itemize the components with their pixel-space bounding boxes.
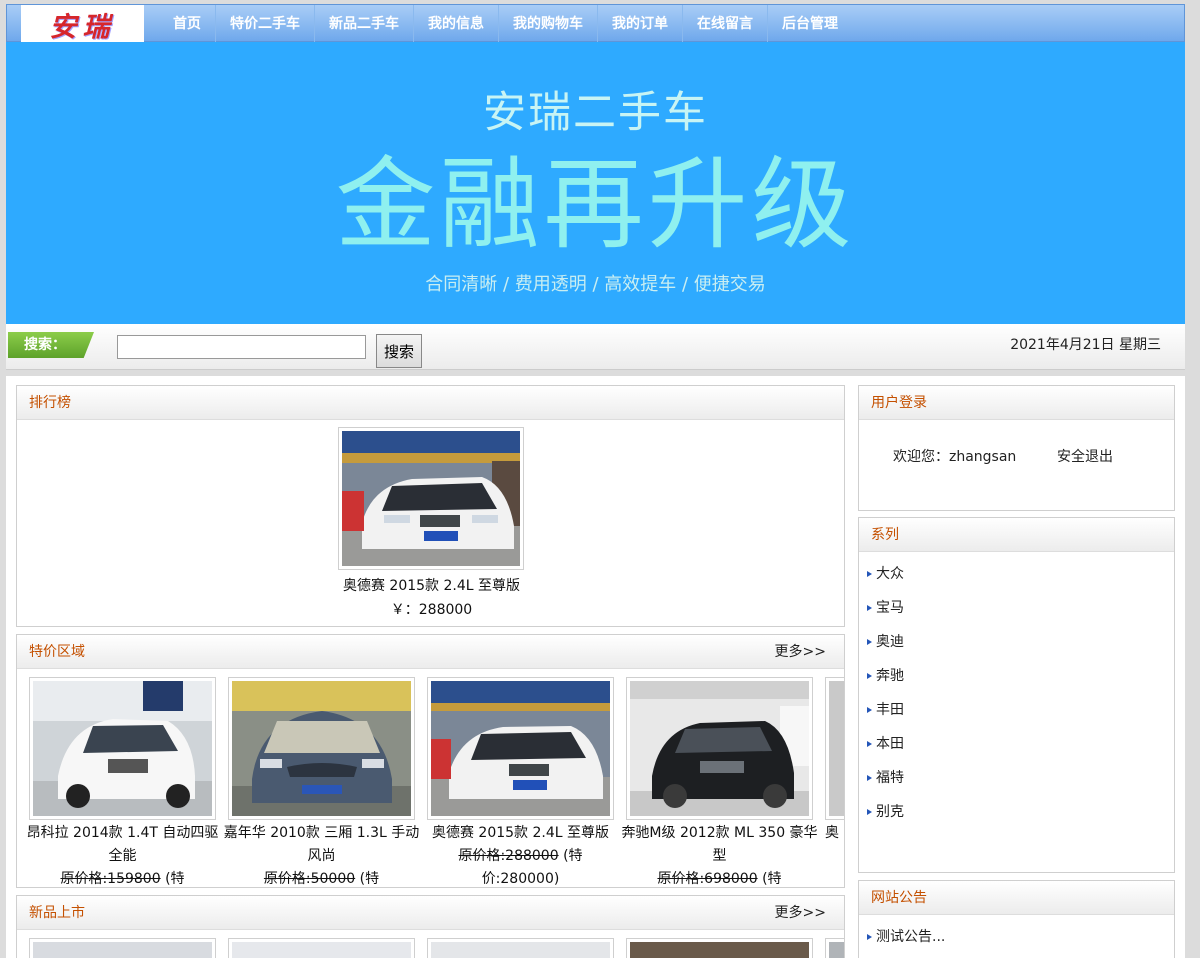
old-price: 原价格:698000 — [657, 871, 758, 887]
car-photo — [630, 942, 809, 958]
notice-panel: 网站公告 测试公告... — [858, 880, 1175, 958]
nav-home[interactable]: 首页 — [159, 5, 215, 43]
ranking-panel: 排行榜 奥德赛 2015款 2.4L 至尊版 ￥：288000 — [16, 385, 845, 627]
new-cars-title: 新品上市 — [17, 896, 844, 930]
special-car-name[interactable]: 嘉年华 2010款 三厢 1.3L 手动风尚 — [222, 822, 421, 868]
series-item-vw[interactable]: 大众 — [859, 557, 1174, 591]
banner-brand: 安瑞二手车 — [483, 88, 708, 138]
series-item-honda[interactable]: 本田 — [859, 727, 1174, 761]
notice-list: 测试公告... — [859, 915, 1174, 954]
banner-headline: 金融再升级 — [335, 146, 856, 263]
nav-new-cars[interactable]: 新品二手车 — [314, 5, 413, 43]
series-item-ford[interactable]: 福特 — [859, 761, 1174, 795]
special-panel: 特价区域 更多>> 昂科拉 2014款 1.4T 自动四驱全能 原价格:1598… — [16, 634, 845, 888]
nav-my-orders[interactable]: 我的订单 — [597, 5, 682, 43]
nav-special-cars[interactable]: 特价二手车 — [215, 5, 314, 43]
login-title: 用户登录 — [859, 386, 1174, 420]
new-cars-panel: 新品上市 更多>> — [16, 895, 845, 958]
nav-my-cart[interactable]: 我的购物车 — [498, 5, 597, 43]
special-car-price: 原价格:698000 (特 — [620, 868, 819, 887]
series-item-benz[interactable]: 奔驰 — [859, 659, 1174, 693]
hero-banner: 安瑞二手车 金融再升级 合同清晰 / 费用透明 / 高效提车 / 便捷交易 — [6, 42, 1185, 324]
main-nav: 首页 特价二手车 新品二手车 我的信息 我的购物车 我的订单 在线留言 后台管理 — [159, 5, 852, 43]
nav-messages[interactable]: 在线留言 — [682, 5, 767, 43]
special-car-image[interactable] — [228, 677, 415, 820]
search-input[interactable] — [117, 335, 366, 359]
old-price: 原价格:288000 — [458, 848, 559, 864]
top-nav-bar: 安瑞 首页 特价二手车 新品二手车 我的信息 我的购物车 我的订单 在线留言 后… — [6, 4, 1185, 43]
special-title: 特价区域 — [17, 635, 844, 669]
site-logo[interactable]: 安瑞 — [21, 5, 144, 43]
new-car-image[interactable] — [228, 938, 415, 958]
car-photo-partial — [829, 681, 844, 816]
ranking-car-name[interactable]: 奥德赛 2015款 2.4L 至尊版 — [17, 575, 846, 598]
car-photo-odyssey — [342, 431, 520, 566]
special-car-price: 原价格:50000 (特 — [222, 868, 421, 887]
special-car-name[interactable]: 昂科拉 2014款 1.4T 自动四驱全能 — [23, 822, 222, 868]
car-photo-mercedes-ml — [630, 681, 809, 816]
special-price: (特 — [160, 871, 185, 887]
new-car-image[interactable] — [29, 938, 216, 958]
special-car-price: 原价格:159800 (特 — [23, 868, 222, 887]
logout-link[interactable]: 安全退出 — [1057, 446, 1113, 466]
car-photo-encore — [33, 681, 212, 816]
search-label: 搜索： — [8, 332, 94, 358]
notice-item[interactable]: 测试公告... — [859, 920, 1174, 954]
logo-text: 安瑞 — [49, 11, 116, 43]
car-photo — [431, 942, 610, 958]
old-price: 原价格:50000 — [263, 871, 356, 887]
new-cars-more-link[interactable]: 更多>> — [775, 896, 826, 930]
ranking-title: 排行榜 — [17, 386, 844, 420]
special-price: (特 — [757, 871, 782, 887]
car-photo-fiesta — [232, 681, 411, 816]
car-photo — [232, 942, 411, 958]
old-price: 原价格:159800 — [60, 871, 161, 887]
special-car-name[interactable]: 奥德赛 2015款 2.4L 至尊版 — [421, 822, 620, 845]
new-car-image[interactable] — [825, 938, 844, 958]
ranking-car-price: ￥：288000 — [390, 602, 473, 618]
search-button[interactable]: 搜索 — [376, 334, 422, 368]
new-car-image[interactable] — [626, 938, 813, 958]
special-car-price: 原价格:288000 (特价:280000) — [421, 845, 620, 887]
series-item-toyota[interactable]: 丰田 — [859, 693, 1174, 727]
special-car-image[interactable] — [29, 677, 216, 820]
current-date: 2021年4月21日 星期三 — [1010, 337, 1161, 353]
main-content: 排行榜 奥德赛 2015款 2.4L 至尊版 ￥：288000 特价区域 更多>… — [6, 376, 1185, 958]
welcome-text: 欢迎您：zhangsan — [893, 449, 1017, 465]
special-car-image[interactable] — [626, 677, 813, 820]
banner-tagline: 合同清晰 / 费用透明 / 高效提车 / 便捷交易 — [425, 274, 766, 295]
nav-admin[interactable]: 后台管理 — [767, 5, 852, 43]
ranking-car-image[interactable] — [338, 427, 524, 570]
special-price: (特 — [355, 871, 380, 887]
series-title: 系列 — [859, 518, 1174, 552]
special-car-name[interactable]: 奥 — [825, 822, 844, 845]
new-car-image[interactable] — [427, 938, 614, 958]
special-car-image[interactable] — [825, 677, 844, 820]
series-item-buick[interactable]: 别克 — [859, 795, 1174, 829]
special-car-name[interactable]: 奔驰M级 2012款 ML 350 豪华型 — [620, 822, 819, 868]
series-list: 大众 宝马 奥迪 奔驰 丰田 本田 福特 别克 — [859, 552, 1174, 829]
series-panel: 系列 大众 宝马 奥迪 奔驰 丰田 本田 福特 别克 — [858, 517, 1175, 873]
car-photo — [33, 942, 212, 958]
series-item-audi[interactable]: 奥迪 — [859, 625, 1174, 659]
car-photo — [829, 942, 844, 958]
special-more-link[interactable]: 更多>> — [775, 635, 826, 669]
series-item-bmw[interactable]: 宝马 — [859, 591, 1174, 625]
notice-title: 网站公告 — [859, 881, 1174, 915]
search-bar: 搜索： 搜索 2021年4月21日 星期三 — [6, 324, 1185, 370]
login-panel: 用户登录 欢迎您：zhangsan 安全退出 — [858, 385, 1175, 511]
car-photo-odyssey — [431, 681, 610, 816]
special-car-image[interactable] — [427, 677, 614, 820]
page: 安瑞 首页 特价二手车 新品二手车 我的信息 我的购物车 我的订单 在线留言 后… — [0, 0, 1200, 958]
nav-my-info[interactable]: 我的信息 — [413, 5, 498, 43]
